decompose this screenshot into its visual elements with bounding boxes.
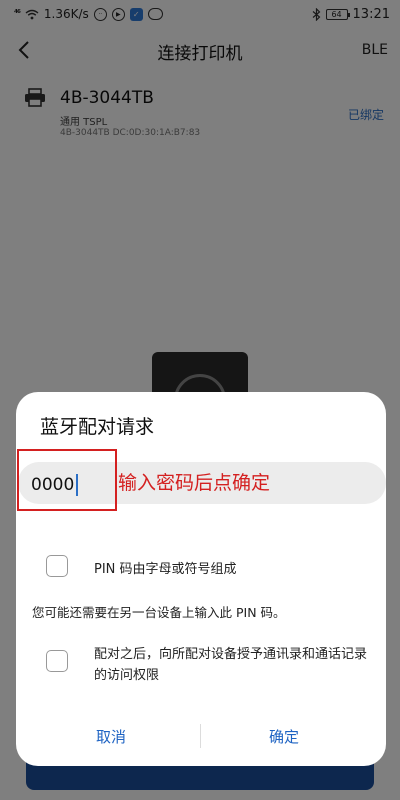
annotation-text: 输入密码后点确定	[118, 472, 271, 494]
contacts-access-checkbox[interactable]	[46, 650, 68, 672]
pin-alphanumeric-label: PIN 码由字母或符号组成	[94, 562, 237, 577]
cancel-button[interactable]: 取消	[96, 726, 126, 747]
button-divider	[200, 724, 201, 748]
bluetooth-pairing-dialog: 蓝牙配对请求 0000 输入密码后点确定 PIN 码由字母或符号组成 您可能还需…	[16, 392, 386, 766]
pin-alphanumeric-checkbox[interactable]	[46, 555, 68, 577]
dialog-title: 蓝牙配对请求	[40, 416, 155, 438]
contacts-access-label: 配对之后，向所配对设备授予通讯录和通话记录的访问权限	[94, 647, 368, 683]
pairing-info-text: 您可能还需要在另一台设备上输入此 PIN 码。	[32, 605, 286, 620]
annotation-highlight-box	[17, 449, 117, 511]
confirm-button[interactable]: 确定	[269, 726, 299, 747]
